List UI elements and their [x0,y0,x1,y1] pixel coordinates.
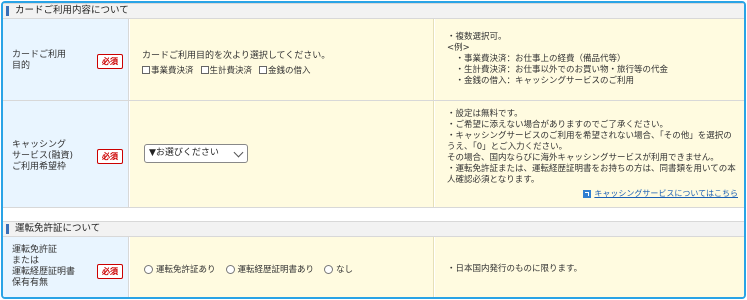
input-cell: カードご利用目的を次より選択してください。 事業費決済 生計費決済 金銭の借入 [130,19,434,100]
radio-none[interactable]: なし [324,263,353,275]
note-cell: ・設定は無料です。 ・ご希望に添えない場合がありますのでご了承ください。 ・キャ… [435,101,744,207]
select-value: ▼お選びください [149,148,219,158]
application-form-panel: カードご利用内容について カードご利用 目的 必須 カードご利用目的を次より選択… [1,1,746,299]
license-note: ・日本国内発行のものに限ります。 [447,264,583,274]
required-badge: 必須 [97,149,123,164]
note-cell: ・複数選択可。 <例> ・事業費決済：お仕事上の経費（備品代等） ・生計費決済：… [435,19,744,100]
checkbox-business-expense[interactable]: 事業費決済 [142,64,194,76]
chevron-down-icon [233,147,244,158]
input-cell: ▼お選びください [130,101,434,207]
license-radio-group: 運転免許証あり 運転経歴証明書あり なし [144,263,353,275]
radio-button[interactable] [144,264,153,274]
radio-has-driving-record[interactable]: 運転経歴証明書あり [225,263,315,275]
input-cell: 運転免許証あり 運転経歴証明書あり なし [130,237,434,297]
checkbox-money-borrowing[interactable]: 金銭の借入 [259,64,311,76]
cashing-service-link[interactable]: キャッシングサービスについてはこちら [583,188,738,199]
purpose-checkbox-group: 事業費決済 生計費決済 金銭の借入 [142,64,311,76]
external-link-icon [583,189,592,198]
label-cell: キャッシング サービス(融資) ご利用希望枠 必須 [3,101,129,207]
section-header-card-usage: カードご利用内容について [3,3,744,19]
radio-label: 運転免許証あり [156,265,216,275]
checkbox-label: 生計費決済 [209,66,253,76]
link-label: キャッシングサービスについてはこちら [594,189,738,198]
field-label: カードご利用 目的 [12,50,67,71]
radio-button[interactable] [324,264,334,274]
purpose-note: ・複数選択可。 <例> ・事業費決済：お仕事上の経費（備品代等） ・生計費決済：… [447,32,669,86]
field-label: 運転免許証 または 運転経歴証明書 保有有無 [12,245,76,288]
radio-label: 運転経歴証明書あり [237,265,315,275]
checkbox-label: 金銭の借入 [268,66,311,76]
form-row-license-possession: 運転免許証 または 運転経歴証明書 保有有無 必須 運転免許証あり 運転経歴証明… [3,237,744,297]
radio-button[interactable] [225,264,235,274]
checkbox-box[interactable] [142,66,150,74]
field-label: キャッシング サービス(融資) ご利用希望枠 [12,140,74,172]
section-header-drivers-license: 運転免許証について [3,221,744,237]
section-title: カードご利用内容について [15,5,129,16]
section-spacer [3,208,744,221]
radio-label: なし [336,265,354,275]
radio-has-license[interactable]: 運転免許証あり [144,263,216,275]
required-badge: 必須 [97,54,123,69]
required-badge: 必須 [97,264,123,279]
form-row-card-purpose: カードご利用 目的 必須 カードご利用目的を次より選択してください。 事業費決済… [3,19,744,101]
cashing-note: ・設定は無料です。 ・ご希望に添えない場合がありますのでご了承ください。 ・キャ… [447,109,736,185]
label-cell: カードご利用 目的 必須 [3,19,129,100]
label-cell: 運転免許証 または 運転経歴証明書 保有有無 必須 [3,237,129,297]
note-cell: ・日本国内発行のものに限ります。 [435,237,744,297]
instruction-text: カードご利用目的を次より選択してください。 [142,51,331,61]
form-row-cashing-limit: キャッシング サービス(融資) ご利用希望枠 必須 ▼お選びください ・設定は無… [3,101,744,208]
checkbox-box[interactable] [259,66,268,74]
section-title: 運転免許証について [15,223,101,234]
cashing-limit-select[interactable]: ▼お選びください [144,144,248,163]
checkbox-living-expense[interactable]: 生計費決済 [200,64,253,76]
checkbox-label: 事業費決済 [151,66,194,76]
checkbox-box[interactable] [200,66,209,74]
